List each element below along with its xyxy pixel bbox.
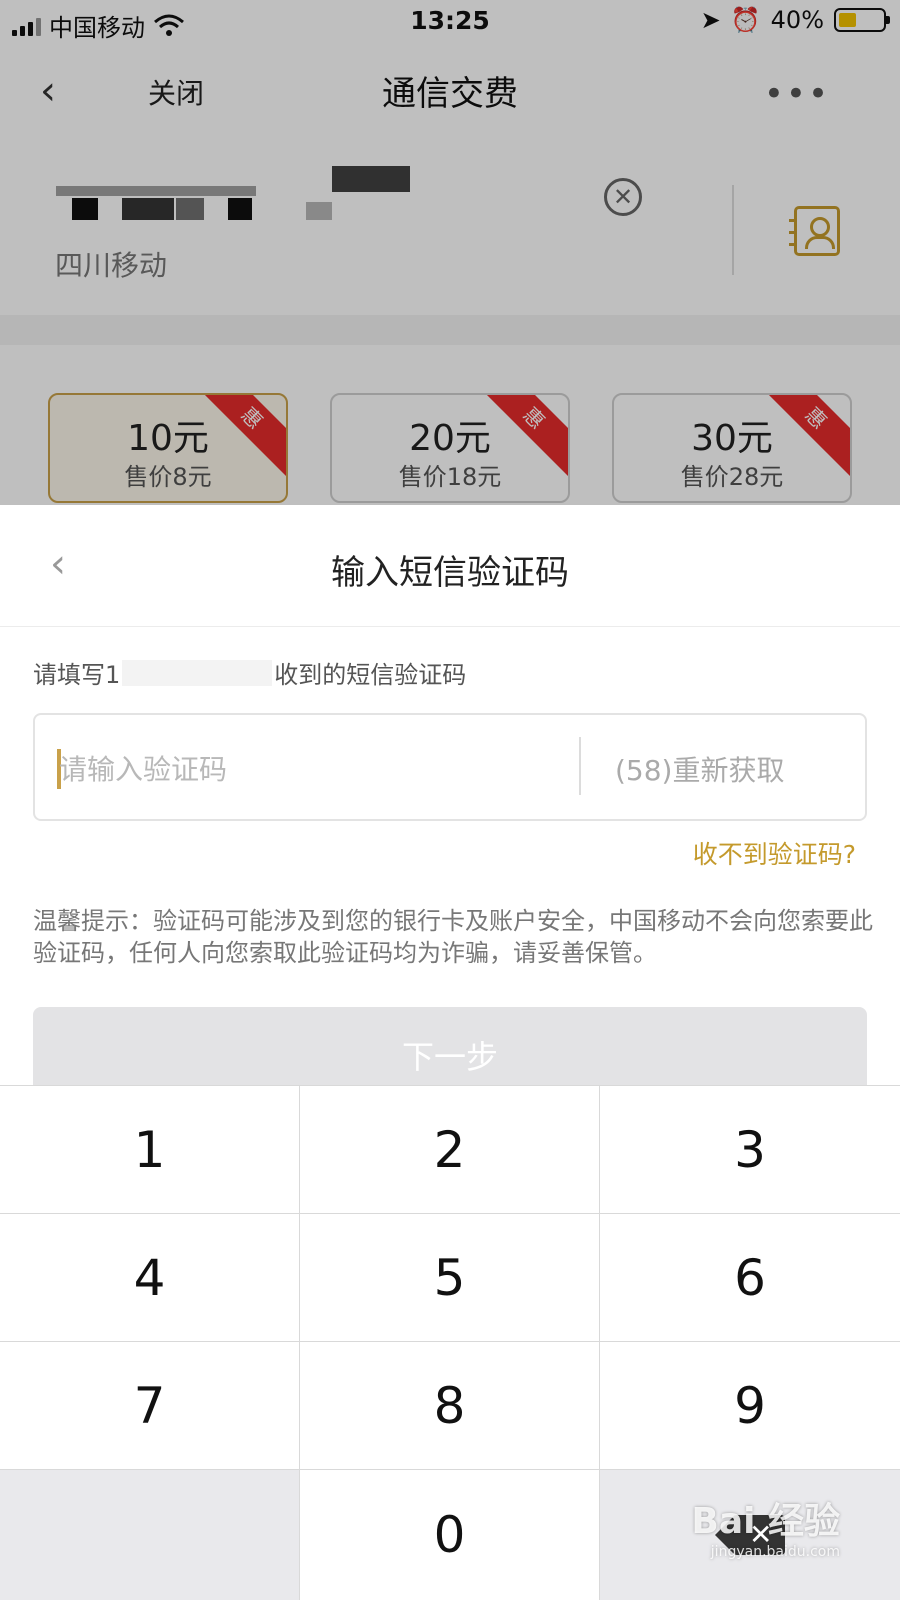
sheet-title: 输入短信验证码 [331,553,569,593]
sheet-header: ‹ 输入短信验证码 [0,505,900,627]
cant-receive-code-link[interactable]: 收不到验证码? [693,835,856,871]
key-3[interactable]: 3 [600,1086,900,1214]
modal-overlay[interactable] [0,0,900,505]
key-5[interactable]: 5 [300,1214,600,1342]
hint-suffix: 收到的短信验证码 [274,661,467,689]
key-2[interactable]: 2 [300,1086,600,1214]
redacted-number [122,659,273,686]
baidu-watermark: Bai 经验 jingyan.baidu.com [691,1492,840,1560]
key-8[interactable]: 8 [300,1342,600,1470]
key-7[interactable]: 7 [0,1342,300,1470]
next-step-button[interactable]: 下一步 [33,1007,867,1087]
verification-code-input[interactable] [59,739,579,799]
key-blank [0,1470,300,1600]
divider [579,737,581,795]
resend-code-button[interactable]: (58)重新获取 [615,749,784,789]
verification-code-field: (58)重新获取 [33,713,867,821]
key-1[interactable]: 1 [0,1086,300,1214]
sms-hint: 请填写1 收到的短信验证码 [33,655,466,690]
watermark-url: jingyan.baidu.com [710,1544,840,1560]
key-9[interactable]: 9 [600,1342,900,1470]
security-tip: 温馨提示：验证码可能涉及到您的银行卡及账户安全，中国移动不会向您索要此验证码，任… [33,907,873,967]
key-6[interactable]: 6 [600,1214,900,1342]
key-0[interactable]: 0 [300,1470,600,1600]
watermark-brand: Bai 经验 [691,1501,840,1542]
key-4[interactable]: 4 [0,1214,300,1342]
hint-prefix: 请填写1 [33,661,121,689]
background-page: 中国移动 13:25 ➤ ⏰ 40% ‹ 关闭 通信交费 ••• 四川移动 ✕ … [0,0,900,505]
